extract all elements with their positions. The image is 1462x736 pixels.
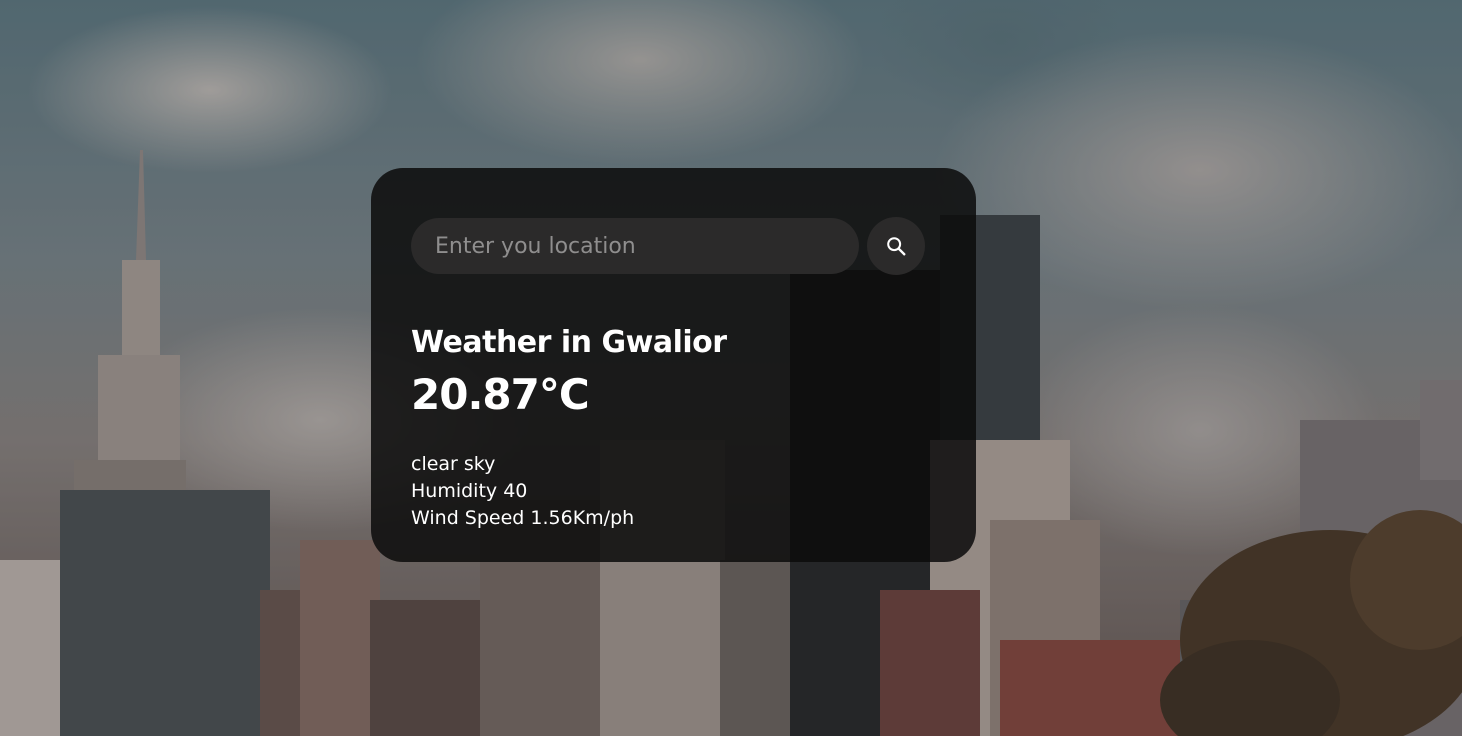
weather-details: clear sky Humidity 40 Wind Speed 1.56Km/…	[411, 451, 936, 532]
location-search-input[interactable]	[411, 218, 859, 274]
search-bar	[411, 217, 936, 275]
weather-card: Weather in Gwalior 20.87°C clear sky Hum…	[371, 168, 976, 562]
wind-speed-text: Wind Speed 1.56Km/ph	[411, 507, 635, 529]
search-button[interactable]	[867, 217, 925, 275]
weather-description: clear sky	[411, 453, 496, 475]
search-icon	[887, 237, 906, 256]
city-title: Weather in Gwalior	[411, 325, 727, 360]
humidity-text: Humidity 40	[411, 480, 528, 502]
temperature-value: 20.87°C	[411, 370, 590, 419]
